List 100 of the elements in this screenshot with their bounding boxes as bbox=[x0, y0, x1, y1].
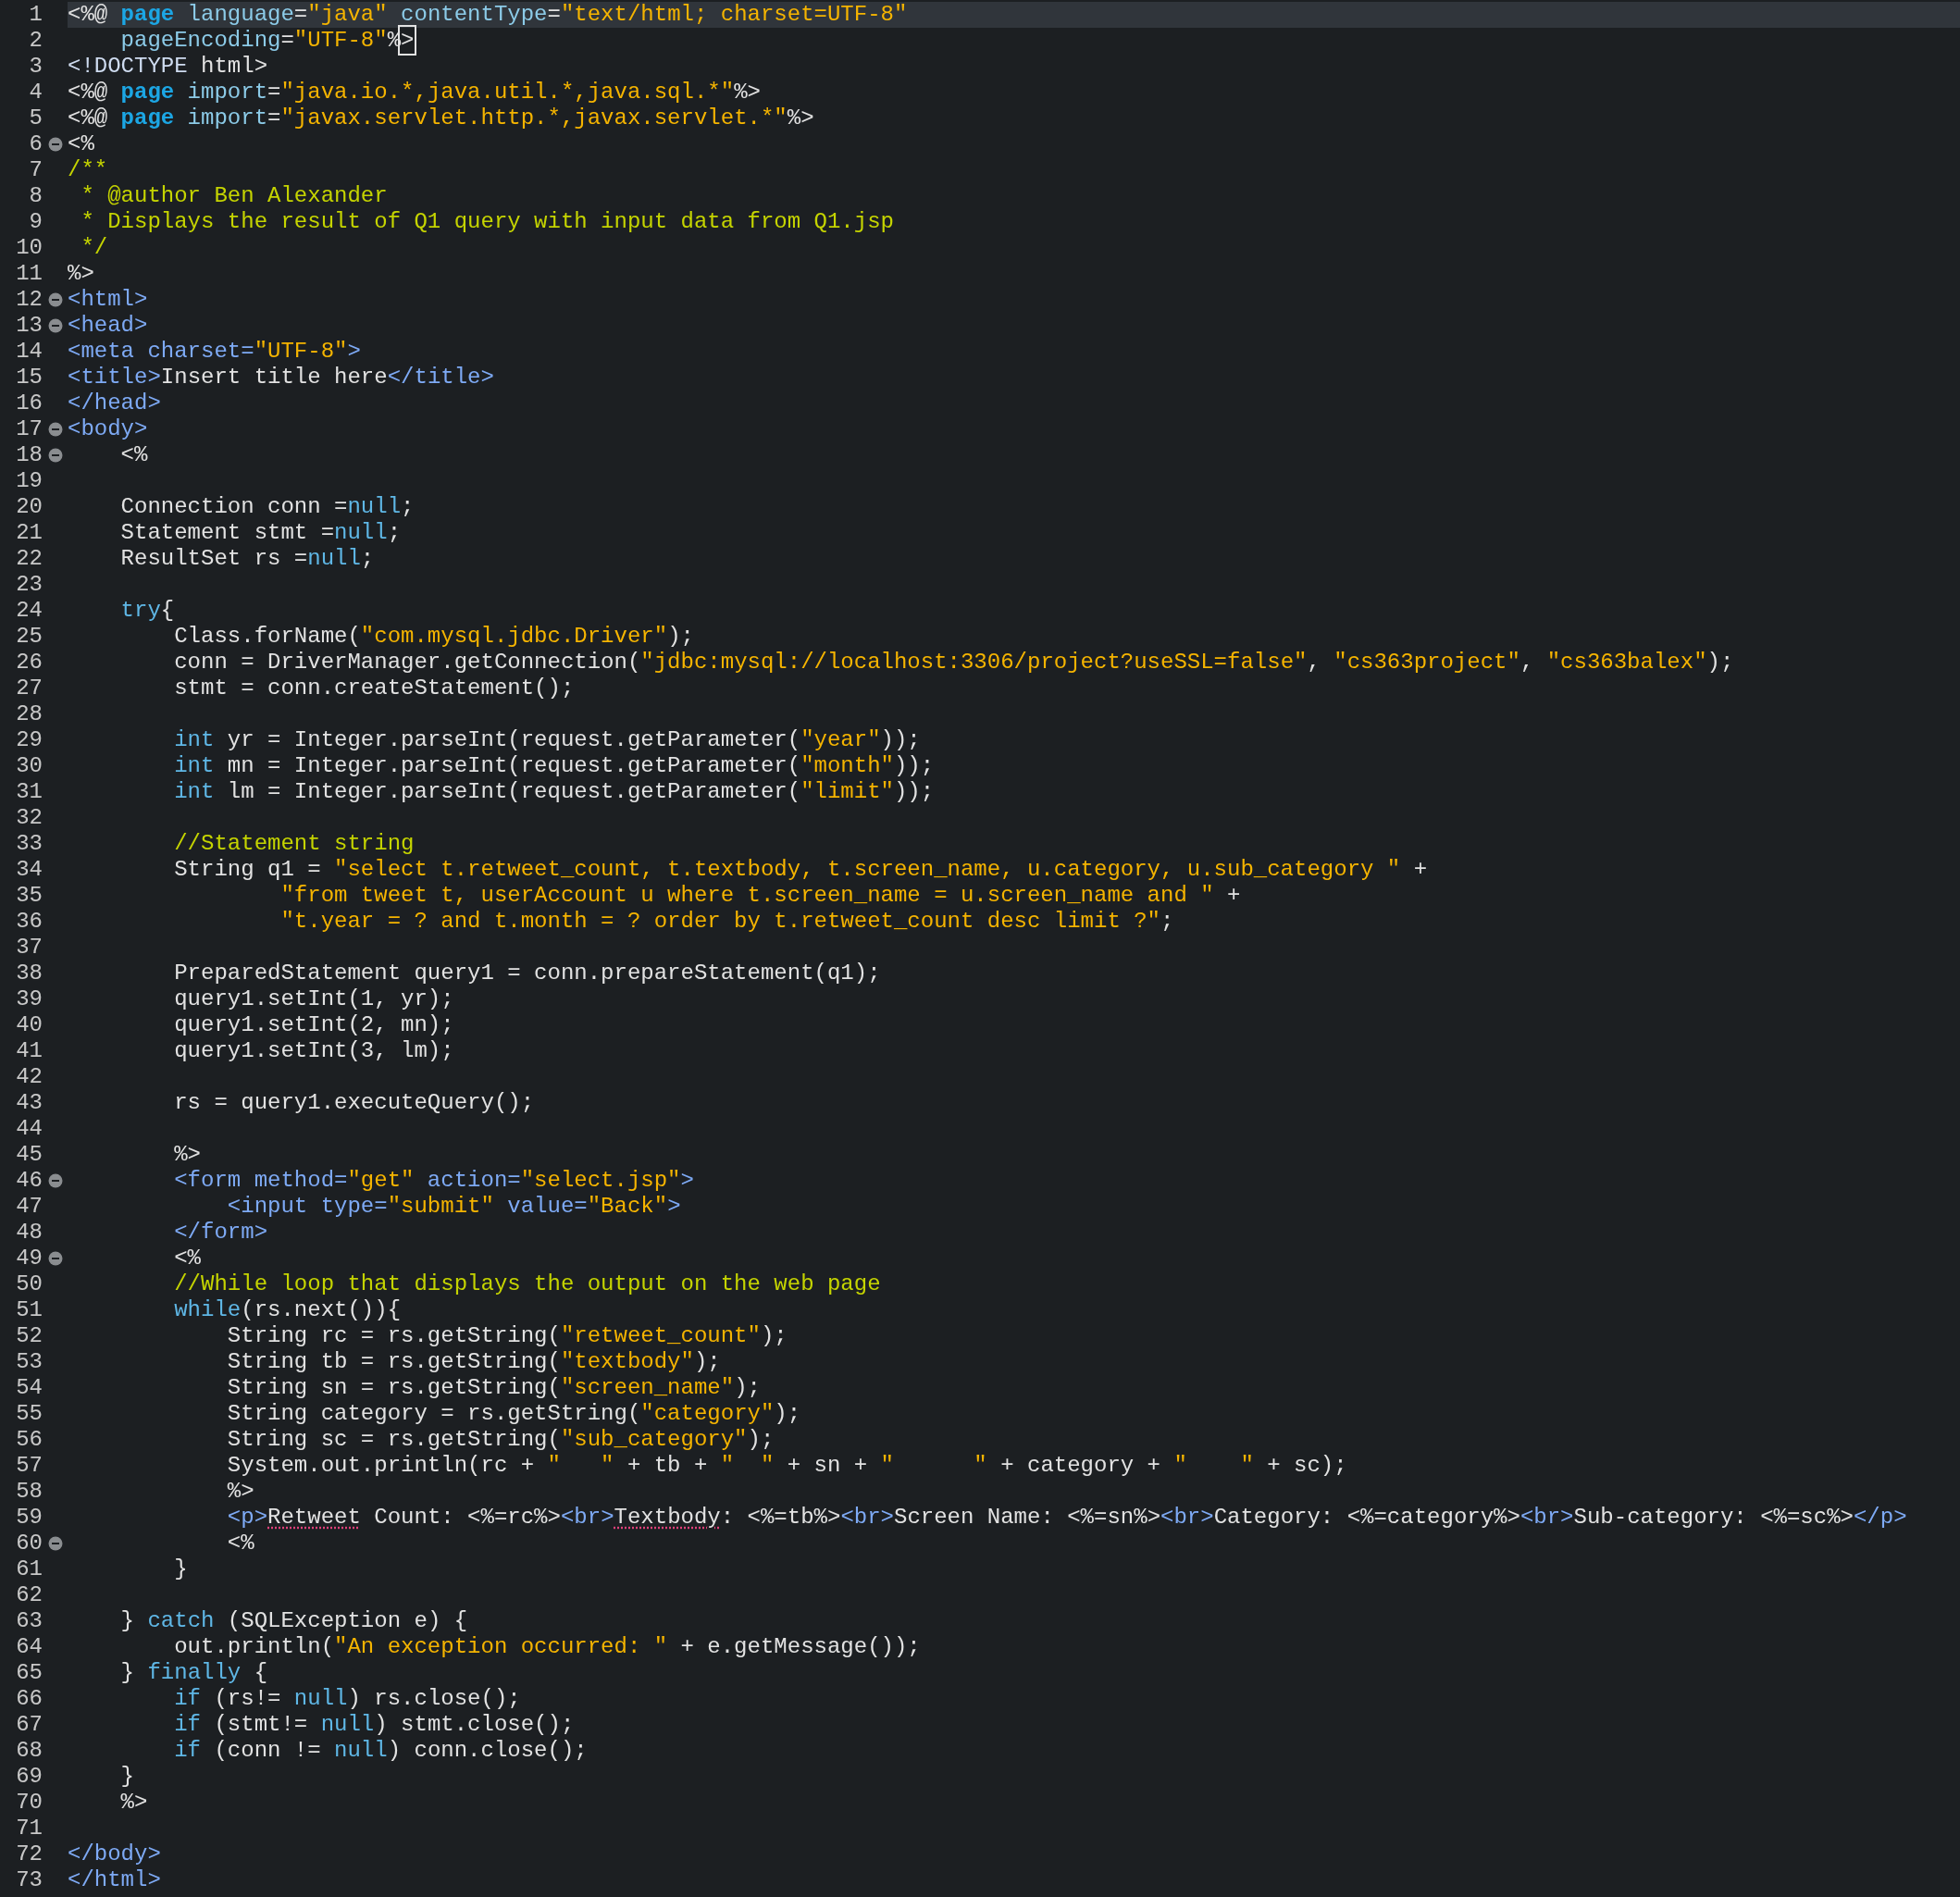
code-line: int mn = Integer.parseInt(request.getParameter("month")); bbox=[173, 753, 936, 779]
line-number: 43 bbox=[15, 1090, 43, 1116]
code-line: ResultSet rs =null; bbox=[119, 546, 376, 572]
line-number: 70 bbox=[15, 1790, 43, 1816]
line-number: 52 bbox=[15, 1323, 43, 1349]
line-number: 40 bbox=[15, 1012, 43, 1038]
line-number: 45 bbox=[15, 1142, 43, 1168]
code-line: String sn = rs.getString("screen_name"); bbox=[226, 1375, 762, 1401]
line-number: 31 bbox=[15, 779, 43, 805]
line-number: 51 bbox=[15, 1297, 43, 1323]
line-number: 28 bbox=[15, 701, 43, 727]
code-line: String q1 = "select t.retweet_count, t.textbody, t.screen_name, u.category, u.sub_category " + bbox=[173, 857, 1429, 883]
code-line: try{ bbox=[119, 598, 176, 624]
collapse-icon[interactable] bbox=[47, 422, 63, 437]
code-line: } finally { bbox=[119, 1660, 269, 1686]
line-number: 26 bbox=[15, 650, 43, 676]
code-line: while(rs.next()){ bbox=[173, 1297, 403, 1323]
line-number: 9 bbox=[28, 209, 43, 235]
code-line: String sc = rs.getString("sub_category"); bbox=[226, 1427, 775, 1453]
collapse-icon[interactable] bbox=[47, 292, 63, 307]
code-line: query1.setInt(1, yr); bbox=[173, 986, 455, 1012]
code-line: <input type="submit" value="Back"> bbox=[226, 1194, 682, 1220]
line-number: 68 bbox=[15, 1738, 43, 1764]
line-number: 1 bbox=[28, 2, 43, 28]
code-line: <!DOCTYPE html> bbox=[68, 54, 269, 80]
code-line: </head> bbox=[68, 391, 162, 416]
line-number: 20 bbox=[15, 494, 43, 520]
line-number: 5 bbox=[28, 105, 43, 131]
collapse-icon[interactable] bbox=[47, 1173, 63, 1188]
collapse-icon[interactable] bbox=[47, 137, 63, 152]
code-line: <form method="get" action="select.jsp"> bbox=[173, 1168, 695, 1194]
code-line: int lm = Integer.parseInt(request.getParameter("limit")); bbox=[173, 779, 936, 805]
line-number: 33 bbox=[15, 831, 43, 857]
line-number: 47 bbox=[15, 1194, 43, 1220]
code-line: <% bbox=[68, 131, 95, 157]
line-number: 66 bbox=[15, 1686, 43, 1712]
line-number: 19 bbox=[15, 468, 43, 494]
line-number: 25 bbox=[15, 624, 43, 650]
line-number: 3 bbox=[28, 54, 43, 80]
line-number: 36 bbox=[15, 909, 43, 935]
code-line: /** bbox=[68, 157, 109, 183]
line-number: 49 bbox=[15, 1246, 43, 1271]
code-line: <head> bbox=[68, 313, 149, 339]
line-number: 63 bbox=[15, 1608, 43, 1634]
code-line: conn = DriverManager.getConnection("jdbc:mysql://localhost:3306/project?useSSL=false", "cs363project", "cs363balex"); bbox=[173, 650, 1735, 676]
line-number: 2 bbox=[28, 28, 43, 54]
line-number: 53 bbox=[15, 1349, 43, 1375]
code-line: int yr = Integer.parseInt(request.getParameter("year")); bbox=[173, 727, 922, 753]
collapse-icon[interactable] bbox=[47, 318, 63, 333]
line-number: 16 bbox=[15, 391, 43, 416]
code-line: <% bbox=[226, 1531, 255, 1556]
code-line: String tb = rs.getString("textbody"); bbox=[226, 1349, 722, 1375]
code-line: <%@ page import="java.io.*,java.util.*,java.sql.*"%> bbox=[68, 80, 762, 105]
line-number: 50 bbox=[15, 1271, 43, 1297]
line-number: 18 bbox=[15, 442, 43, 468]
line-number: 67 bbox=[15, 1712, 43, 1738]
line-number: 7 bbox=[28, 157, 43, 183]
code-line: </body> bbox=[68, 1841, 162, 1867]
line-number: 35 bbox=[15, 883, 43, 909]
line-number: 72 bbox=[15, 1841, 43, 1867]
code-line: <html> bbox=[68, 287, 149, 313]
code-line: </form> bbox=[173, 1220, 269, 1246]
code-line: <% bbox=[173, 1246, 203, 1271]
code-line: <p>Retweet Count: <%=rc%><br>Textbody: <%=tb%><br>Screen Name: <%=sn%><br>Category: <%=category%><br>Sub-category: <%=sc%></p> bbox=[226, 1505, 1908, 1531]
line-number: 24 bbox=[15, 598, 43, 624]
line-number: 13 bbox=[15, 313, 43, 339]
code-line: } catch (SQLException e) { bbox=[119, 1608, 469, 1634]
code-line: query1.setInt(3, lm); bbox=[173, 1038, 455, 1064]
line-number: 11 bbox=[15, 261, 43, 287]
line-number: 59 bbox=[15, 1505, 43, 1531]
line-number: 17 bbox=[15, 416, 43, 442]
code-line: <%@ page import="javax.servlet.http.*,javax.servlet.*"%> bbox=[68, 105, 815, 131]
code-line: "t.year = ? and t.month = ? order by t.retweet_count desc limit ?"; bbox=[279, 909, 1175, 935]
code-line: if (rs!= null) rs.close(); bbox=[173, 1686, 522, 1712]
line-number: 8 bbox=[28, 183, 43, 209]
line-number: 14 bbox=[15, 339, 43, 365]
line-number: 69 bbox=[15, 1764, 43, 1790]
code-line: String rc = rs.getString("retweet_count"); bbox=[226, 1323, 788, 1349]
code-line: } bbox=[173, 1556, 189, 1582]
line-number: 34 bbox=[15, 857, 43, 883]
code-line: <% bbox=[119, 442, 149, 468]
code-line: <body> bbox=[68, 416, 149, 442]
line-number: 41 bbox=[15, 1038, 43, 1064]
collapse-icon[interactable] bbox=[47, 1536, 63, 1551]
line-number: 32 bbox=[15, 805, 43, 831]
line-number: 37 bbox=[15, 935, 43, 961]
collapse-icon[interactable] bbox=[47, 448, 63, 463]
line-number: 42 bbox=[15, 1064, 43, 1090]
line-number: 55 bbox=[15, 1401, 43, 1427]
line-number: 4 bbox=[28, 80, 43, 105]
line-number: 57 bbox=[15, 1453, 43, 1479]
code-line: %> bbox=[68, 261, 95, 287]
line-number: 38 bbox=[15, 961, 43, 986]
code-line: Class.forName("com.mysql.jdbc.Driver"); bbox=[173, 624, 695, 650]
collapse-icon[interactable] bbox=[47, 1251, 63, 1266]
code-line: %> bbox=[226, 1479, 255, 1505]
code-line: Statement stmt =null; bbox=[119, 520, 403, 546]
code-line: stmt = conn.createStatement(); bbox=[173, 676, 576, 701]
code-line: "from tweet t, userAccount u where t.screen_name = u.screen_name and " + bbox=[279, 883, 1242, 909]
line-number: 23 bbox=[15, 572, 43, 598]
